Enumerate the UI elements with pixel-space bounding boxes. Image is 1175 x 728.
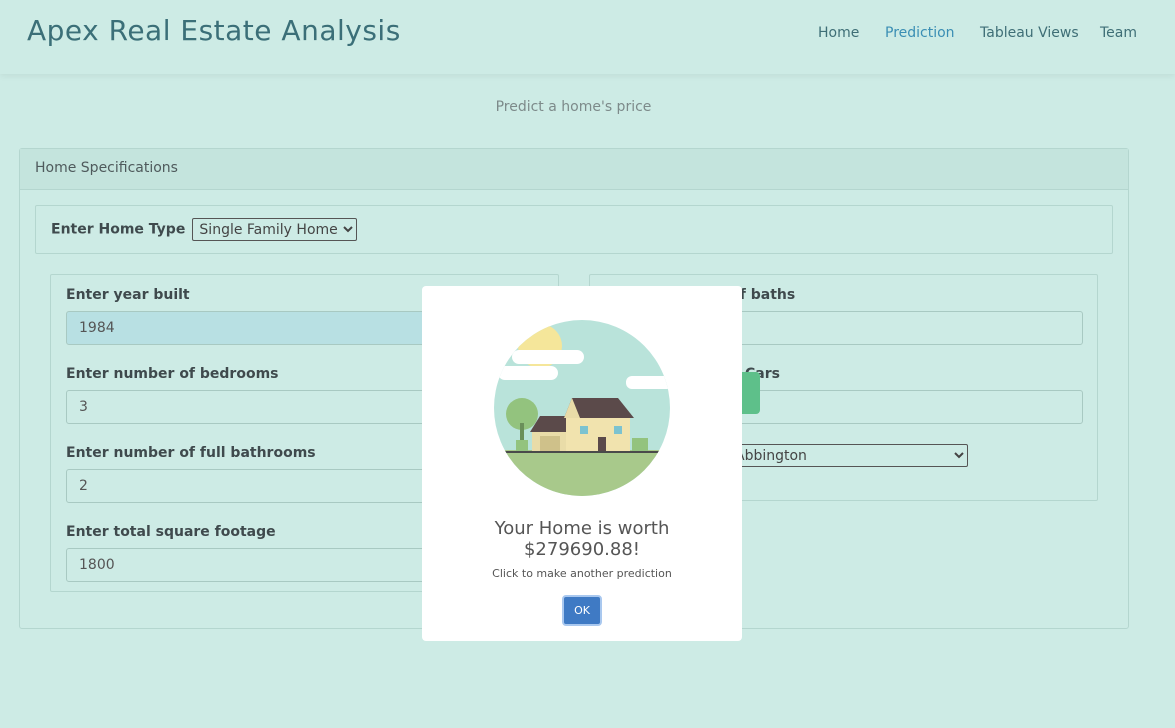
nav-link-team[interactable]: Team [1100,25,1137,41]
nav-link-home[interactable]: Home [818,25,859,41]
modal-title-line1: Your Home is worth [494,518,670,539]
result-modal: Your Home is worth $279690.88! Click to … [422,286,742,641]
modal-price: $279690.88! [523,539,640,560]
half-baths-label: lf baths [735,287,796,303]
navbar: Apex Real Estate Analysis Home Predictio… [0,0,1175,74]
home-type-select[interactable]: Single Family Home [192,218,358,241]
neighborhood-select[interactable]: Abbington [730,444,968,467]
modal-title: Your Home is worth $279690.88! [422,518,742,560]
ok-button[interactable]: OK [562,595,602,626]
square-footage-label: Enter total square footage [66,524,276,540]
full-bathrooms-label: Enter number of full bathrooms [66,445,316,461]
page-subtitle: Predict a home's price [495,99,652,115]
house-illustration [494,320,670,496]
nav-link-prediction[interactable]: Prediction [885,25,955,41]
card-header: Home Specifications [20,149,1128,190]
home-type-box: Enter Home Type Single Family Home [35,205,1113,254]
year-built-label: Enter year built [66,287,190,303]
home-type-label: Enter Home Type [51,221,186,238]
brand-title[interactable]: Apex Real Estate Analysis [27,14,401,47]
nav-link-tableau-views[interactable]: Tableau Views [980,25,1079,41]
modal-text: Click to make another prediction [492,567,672,580]
bedrooms-label: Enter number of bedrooms [66,366,279,382]
